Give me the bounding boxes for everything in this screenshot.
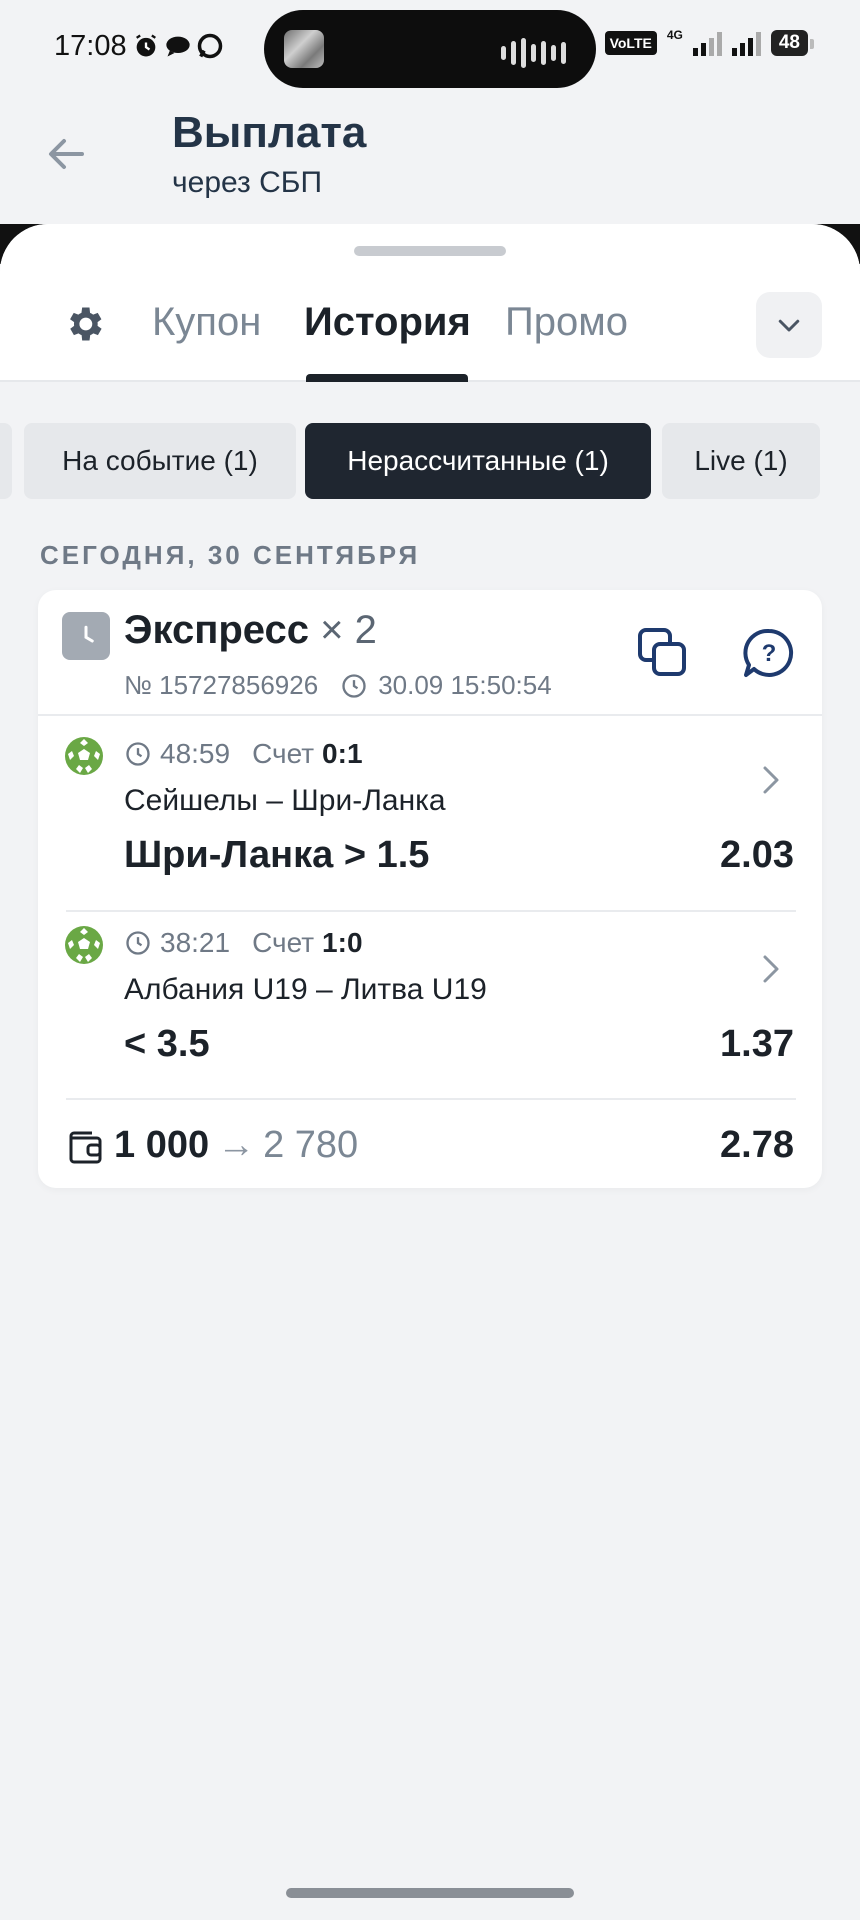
signal-icon	[692, 30, 722, 56]
clock-icon	[126, 931, 150, 955]
divider	[66, 1098, 796, 1100]
clock-icon	[342, 673, 366, 698]
event-row[interactable]: 38:21 Счет 1:0 Албания U19 – Литва U19 <…	[38, 905, 822, 1093]
bet-history-sheet: Купон История Промо На событие (1) Нерас…	[0, 224, 860, 1920]
notification-icons	[132, 32, 224, 60]
battery-icon: 48	[770, 30, 815, 56]
chevron-right-icon[interactable]	[756, 760, 786, 800]
event-meta: 38:21 Счет 1:0	[124, 927, 363, 959]
collapse-button[interactable]	[756, 292, 822, 358]
event-row[interactable]: 48:59 Счет 0:1 Сейшелы – Шри-Ланка Шри-Л…	[38, 716, 822, 904]
bet-meta: № 15727856926 30.09 15:50:54	[124, 670, 552, 701]
score-label: Счет	[252, 927, 315, 958]
filter-chip-hidden[interactable]	[0, 423, 12, 499]
potential-payout: 2 780	[263, 1124, 359, 1166]
tab-coupon[interactable]: Купон	[152, 300, 261, 345]
page-header: Выплата через СБП	[0, 100, 860, 224]
page-subtitle: через СБП	[172, 166, 323, 199]
event-meta: 48:59 Счет 0:1	[124, 738, 363, 770]
active-tab-indicator	[306, 374, 468, 382]
football-icon	[65, 737, 103, 775]
bet-type-title: Экспресс × 2	[124, 608, 377, 653]
copy-icon[interactable]	[636, 626, 690, 680]
media-thumbnail	[284, 30, 324, 68]
chevron-right-icon[interactable]	[756, 949, 786, 989]
arrow-right-icon: →	[217, 1124, 256, 1166]
bet-multiplier: × 2	[320, 608, 377, 652]
event-teams: Албания U19 – Литва U19	[124, 973, 487, 1006]
filter-chip-on-event[interactable]: На событие (1)	[24, 423, 296, 499]
signal-icon-2	[731, 30, 761, 56]
system-status-icons: VoLTE 4G 48	[604, 28, 815, 56]
clock-icon	[126, 742, 150, 766]
gear-icon[interactable]	[62, 302, 106, 346]
dynamic-island	[264, 10, 596, 88]
stake-payout: 1 000 → 2 780	[114, 1124, 358, 1167]
score-label: Счет	[252, 738, 315, 769]
date-section-label: СЕГОДНЯ, 30 СЕНТЯБРЯ	[40, 540, 421, 570]
event-score: 0:1	[322, 738, 363, 769]
sheet-grabber[interactable]	[354, 246, 506, 256]
bet-type: Экспресс	[124, 608, 309, 652]
home-indicator[interactable]	[286, 1888, 574, 1898]
tab-history[interactable]: История	[304, 300, 471, 345]
bet-summary: 1 000 → 2 780 2.78	[38, 1108, 822, 1188]
bet-card[interactable]: Экспресс × 2 № 15727856926 30.09 15:50:5…	[38, 590, 822, 1188]
pending-status-icon	[62, 612, 110, 660]
chevron-down-icon	[778, 319, 800, 332]
message-icon	[197, 33, 223, 59]
status-time: 17:08	[54, 30, 127, 62]
stake-amount: 1 000	[114, 1124, 210, 1166]
total-odds: 2.78	[720, 1124, 794, 1166]
tab-promo[interactable]: Промо	[505, 300, 628, 345]
wallet-icon	[69, 1131, 102, 1164]
volte-badge: VoLTE	[604, 31, 657, 55]
event-odds: 1.37	[720, 1023, 794, 1065]
event-selection: < 3.5	[124, 1023, 210, 1065]
alarm-icon	[136, 34, 156, 57]
chat-icon	[166, 36, 190, 57]
event-time: 48:59	[160, 738, 231, 769]
event-odds: 2.03	[720, 834, 794, 876]
status-bar: 17:08 VoLTE 4G 48	[0, 0, 860, 100]
filter-chip-unsettled[interactable]: Нерассчитанные (1)	[305, 423, 651, 499]
event-time: 38:21	[160, 927, 231, 958]
football-icon	[65, 926, 103, 964]
help-icon[interactable]: ?	[742, 626, 796, 680]
svg-text:?: ?	[762, 640, 777, 667]
bet-number: № 15727856926	[124, 670, 319, 700]
event-score: 1:0	[322, 927, 363, 958]
audio-wave-icon	[501, 38, 566, 68]
back-arrow-icon[interactable]	[42, 130, 90, 178]
page-title: Выплата	[172, 108, 367, 157]
sheet-tabbar: Купон История Промо	[0, 224, 860, 382]
event-teams: Сейшелы – Шри-Ланка	[124, 784, 446, 817]
network-type: 4G	[666, 28, 683, 42]
event-selection: Шри-Ланка > 1.5	[124, 834, 430, 876]
bet-datetime: 30.09 15:50:54	[378, 670, 552, 700]
filter-chip-live[interactable]: Live (1)	[662, 423, 820, 499]
